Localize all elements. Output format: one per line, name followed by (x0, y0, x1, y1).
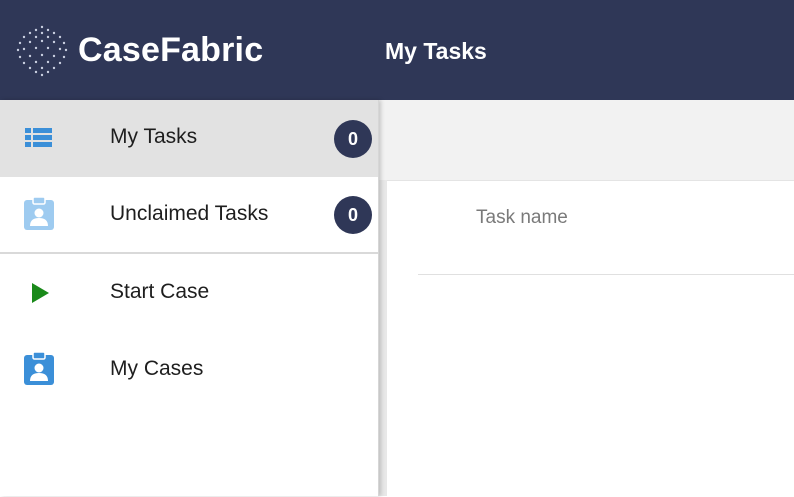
clipboard-user-icon (24, 351, 54, 385)
clipboard-user-icon (24, 196, 54, 230)
sidebar-item-label: Start Case (110, 280, 210, 303)
unclaimed-count-badge: 0 (334, 196, 372, 234)
app-header: CaseFabric My Tasks (0, 0, 794, 100)
casefabric-logo-icon[interactable] (14, 23, 70, 77)
sidebar-item-my-cases[interactable]: My Cases (0, 331, 378, 408)
sidebar-item-my-tasks[interactable]: My Tasks 0 (0, 100, 378, 177)
list-icon (24, 122, 54, 156)
sidebar-item-unclaimed-tasks[interactable]: Unclaimed Tasks 0 (0, 177, 378, 254)
play-icon (24, 276, 54, 310)
sidebar-item-label: My Tasks (110, 125, 198, 148)
sidebar-item-label: Unclaimed Tasks (110, 202, 269, 225)
task-list-panel: Task name (387, 180, 794, 497)
toolbar-strip (379, 100, 794, 180)
sidebar-item-start-case[interactable]: Start Case (0, 254, 378, 331)
divider (418, 274, 794, 275)
page-title: My Tasks (385, 38, 487, 64)
sidebar: My Tasks 0 Unclaimed Tasks 0 Start Case (0, 100, 379, 496)
task-count-badge: 0 (334, 120, 372, 158)
app-name[interactable]: CaseFabric (78, 28, 263, 72)
sidebar-item-label: My Cases (110, 357, 204, 380)
column-header-task-name[interactable]: Task name (476, 207, 568, 229)
content-gutter (379, 180, 387, 496)
